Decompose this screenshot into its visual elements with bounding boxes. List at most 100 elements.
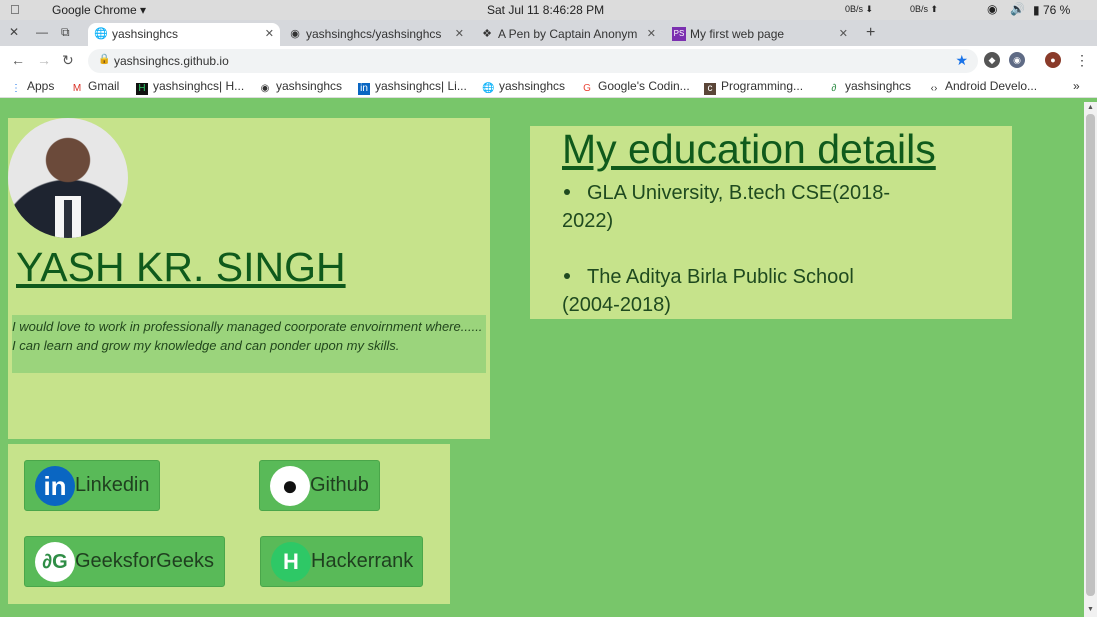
close-tab-icon[interactable]: ✕ — [647, 27, 656, 40]
apps-grid-icon: ⋮ — [11, 83, 21, 94]
tab-label: My first web page — [690, 27, 785, 41]
bookmarks-bar: ⋮ Apps M Gmail Hyashsinghcs| H... ◉ yashsin… — [0, 76, 1097, 98]
github-icon: ◉ — [260, 83, 270, 94]
objective-line-2: I can learn and grow my knowledge and ca… — [12, 338, 400, 353]
education-item-text: GLA University, B.tech CSE(2018-2022) — [562, 182, 891, 232]
close-window-icon[interactable]: ✕ — [9, 25, 19, 39]
bookmark-gfg[interactable]: ∂ yashsinghcs — [828, 79, 912, 95]
linkedin-icon: in — [358, 83, 370, 95]
volume-icon[interactable]: 🔊 — [1010, 2, 1025, 16]
lock-icon[interactable]: 🔒 — [98, 54, 110, 65]
network-download-rate: 0B/s ⬇ — [845, 4, 874, 14]
extension-icon[interactable]: ◆ — [984, 52, 1000, 68]
education-list: GLA University, B.tech CSE(2018-2022) Th… — [562, 179, 892, 347]
scrollbar-thumb[interactable] — [1086, 114, 1095, 596]
education-title-link[interactable]: My education details — [562, 126, 936, 173]
geeksforgeeks-button[interactable]: ∂G GeeksforGeeks — [24, 536, 225, 587]
github-button[interactable]: ● Github — [259, 460, 380, 511]
globe-icon: 🌐 — [482, 83, 495, 94]
linkedin-icon: in — [35, 466, 75, 506]
battery-indicator[interactable]: ▮ 76 % — [1033, 3, 1070, 17]
scroll-down-arrow-icon[interactable]: ▼ — [1087, 606, 1094, 613]
close-tab-icon[interactable]: ✕ — [839, 27, 848, 40]
browser-toolbar: ← → ↻ 🔒 yashsinghcs.github.io ★ — [0, 46, 1097, 76]
github-label: Github — [310, 474, 369, 496]
restore-window-icon[interactable]: ⧉ — [61, 25, 70, 40]
web-page: YASH KR. SINGH I would love to work in p… — [0, 102, 1084, 617]
github-icon: ◉ — [290, 28, 300, 40]
tab-label: yashsinghcs — [112, 27, 179, 41]
url-text: yashsinghcs.github.io — [114, 54, 229, 68]
profile-card: YASH KR. SINGH I would love to work in p… — [8, 118, 490, 439]
bookmark-label: Android Develo... — [945, 79, 1038, 93]
bookmark-gmail[interactable]: M Gmail — [71, 79, 120, 95]
bookmark-label: Programming... — [721, 79, 804, 93]
education-item: The Aditya Birla Public School (2004-201… — [562, 263, 892, 319]
page-scrollbar[interactable]: ▲ ▼ — [1084, 102, 1097, 617]
close-tab-icon[interactable]: ✕ — [265, 27, 274, 40]
phpstorm-icon: PS — [672, 27, 686, 41]
profile-name-link[interactable]: YASH KR. SINGH — [16, 244, 346, 291]
linkedin-button[interactable]: in Linkedin — [24, 460, 160, 511]
forward-arrow-icon[interactable]: → — [37, 52, 51, 68]
bookmark-linkedin[interactable]: in yashsinghcs| Li... — [358, 79, 467, 95]
linkedin-label: Linkedin — [75, 474, 150, 496]
bookmark-label: yashsinghcs — [845, 79, 912, 93]
tab-codepen[interactable]: ❖ A Pen by Captain Anonym ✕ — [474, 23, 662, 46]
bookmark-label: Gmail — [88, 79, 120, 93]
education-item: GLA University, B.tech CSE(2018-2022) — [562, 179, 892, 235]
bookmark-android-dev[interactable]: ‹› Android Develo... — [928, 79, 1037, 95]
bookmark-label: yashsinghcs — [276, 79, 343, 93]
codechef-icon: c — [704, 83, 716, 95]
globe-icon: 🌐 — [94, 28, 108, 40]
github-icon: ● — [270, 466, 310, 506]
bookmark-github[interactable]: ◉ yashsinghcs — [259, 79, 342, 95]
new-tab-button[interactable]: + — [866, 24, 875, 42]
hackerrank-label: Hackerrank — [311, 550, 414, 572]
reload-icon[interactable]: ↻ — [62, 52, 74, 69]
tab-yashsinghcs[interactable]: 🌐 yashsinghcs ✕ — [88, 23, 280, 46]
codepen-icon: ❖ — [482, 28, 492, 40]
bookmark-apps[interactable]: ⋮ Apps — [10, 79, 54, 95]
apple-icon[interactable]:  — [10, 2, 20, 17]
close-tab-icon[interactable]: ✕ — [455, 27, 464, 40]
battery-icon: ▮ — [1033, 3, 1040, 17]
active-app-menu[interactable]: Google Chrome ▾ — [52, 3, 146, 17]
bookmark-site[interactable]: 🌐 yashsinghcs — [482, 79, 565, 95]
education-item-text: The Aditya Birla Public School (2004-201… — [562, 266, 854, 316]
bookmark-label: Apps — [27, 79, 55, 93]
social-links-card: in Linkedin ● Github ∂G GeeksforGeeks H … — [8, 444, 450, 604]
tab-first-web-page[interactable]: PS My first web page ✕ — [666, 23, 854, 46]
hackerrank-icon: H — [271, 542, 311, 582]
profile-avatar-icon[interactable]: ● — [1045, 52, 1061, 68]
bookmarks-overflow-icon[interactable]: » — [1073, 79, 1080, 93]
bookmark-label: yashsinghcs — [499, 79, 566, 93]
gmail-icon: M — [72, 83, 82, 94]
extension-icon[interactable]: ◉ — [1009, 52, 1025, 68]
system-clock: Sat Jul 11 8:46:28 PM — [487, 3, 605, 17]
google-icon: G — [583, 83, 591, 94]
hackerrank-icon: H — [136, 83, 148, 95]
minimize-window-icon[interactable]: — — [36, 25, 48, 39]
bookmark-hackerrank[interactable]: Hyashsinghcs| H... — [136, 79, 244, 95]
bookmark-star-icon[interactable]: ★ — [955, 52, 968, 69]
hackerrank-button[interactable]: H Hackerrank — [260, 536, 423, 587]
wifi-icon[interactable]: ◉ — [987, 2, 997, 16]
bookmark-programming[interactable]: c Programming... — [704, 79, 803, 95]
scroll-up-arrow-icon[interactable]: ▲ — [1087, 104, 1094, 111]
objective-line-1: I would love to work in professionally m… — [12, 319, 483, 334]
tab-label: A Pen by Captain Anonym — [498, 27, 638, 41]
chrome-menu-icon[interactable]: ⋮ — [1075, 52, 1089, 69]
tab-label: yashsinghcs/yashsinghcs — [306, 27, 442, 41]
back-arrow-icon[interactable]: ← — [11, 52, 25, 68]
geeksforgeeks-label: GeeksforGeeks — [75, 550, 214, 572]
network-upload-rate: 0B/s ⬆ — [910, 4, 939, 14]
bookmark-label: yashsinghcs| H... — [153, 79, 245, 93]
bookmark-google-coding[interactable]: G Google's Codin... — [581, 79, 690, 95]
avatar — [8, 118, 128, 238]
bookmark-label: yashsinghcs| Li... — [375, 79, 467, 93]
address-bar[interactable]: 🔒 yashsinghcs.github.io ★ — [88, 49, 978, 73]
tab-github-repo[interactable]: ◉ yashsinghcs/yashsinghcs ✕ — [282, 23, 470, 46]
bookmark-label: Google's Codin... — [598, 79, 690, 93]
os-top-bar:  Google Chrome ▾ Sat Jul 11 8:46:28 PM … — [0, 0, 1097, 20]
